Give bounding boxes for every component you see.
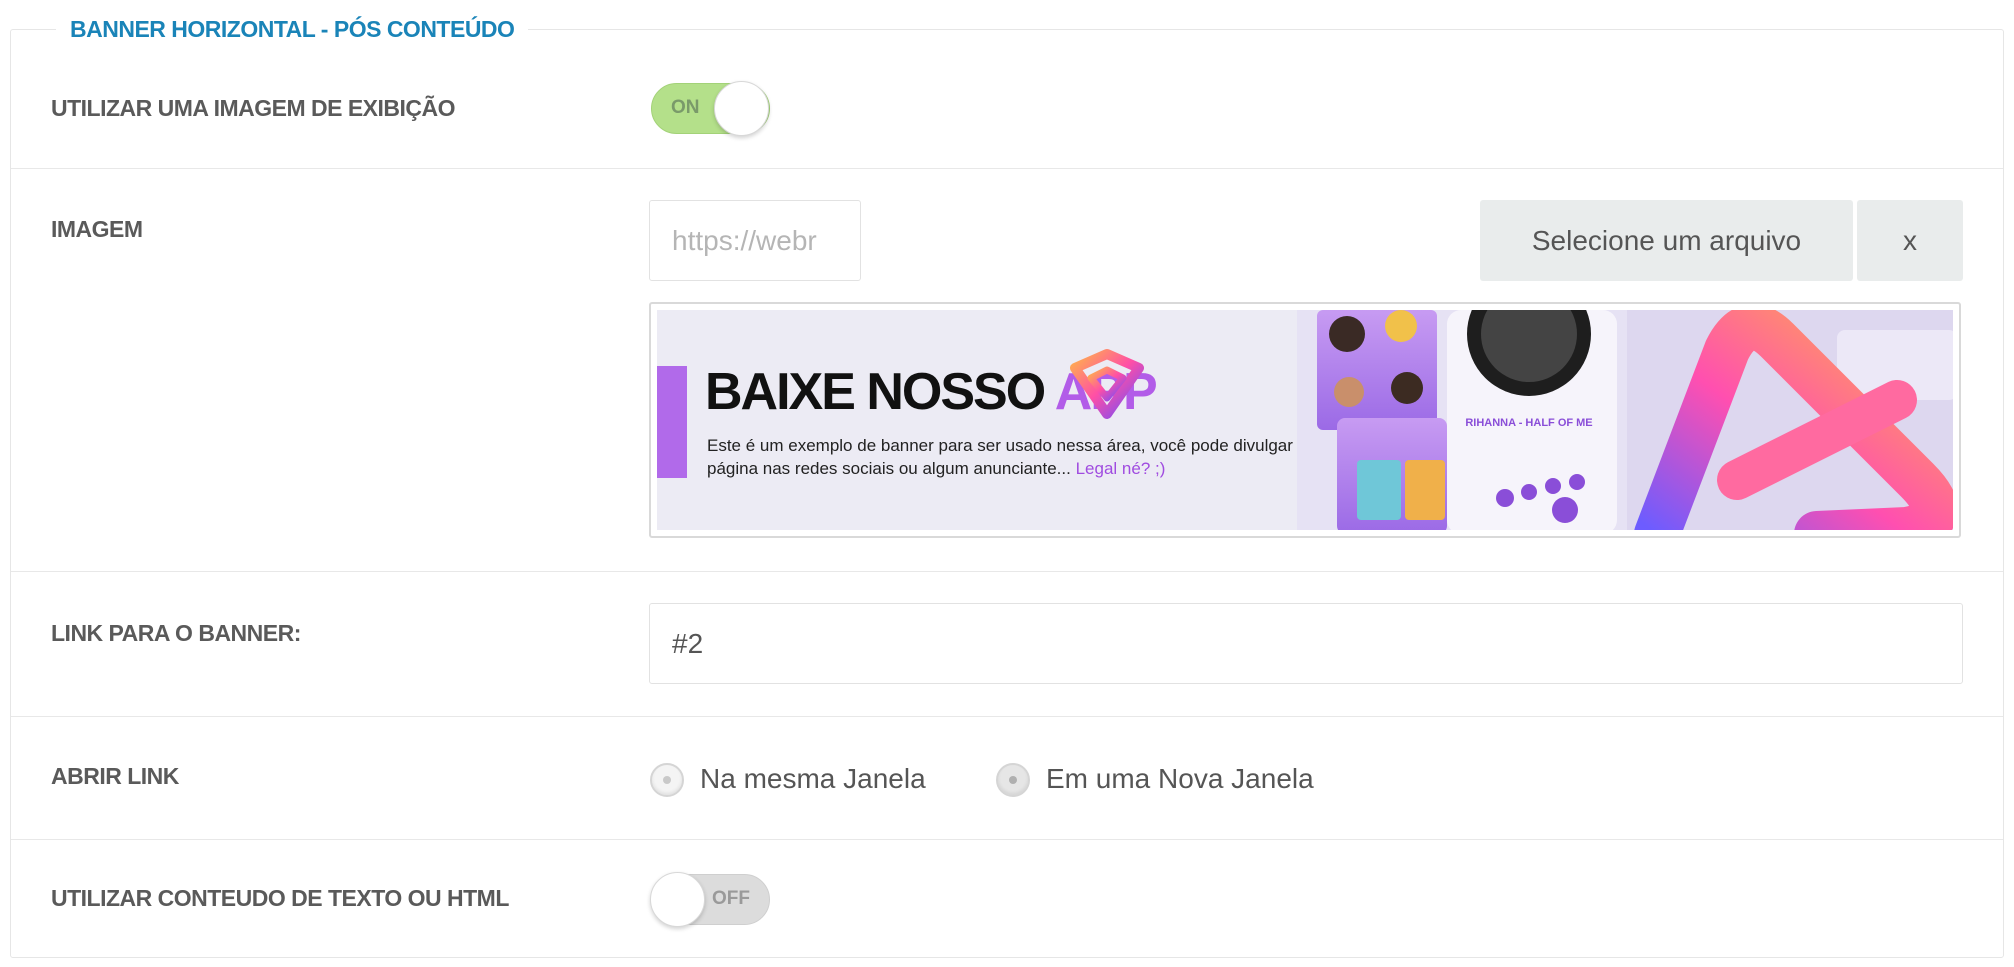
image-label: IMAGEM <box>51 216 143 242</box>
toggle-on-text: ON <box>671 97 700 118</box>
use-html-row: UTILIZAR CONTEUDO DE TEXTO OU HTML OFF <box>11 840 2003 957</box>
clear-image-button[interactable]: x <box>1857 200 1963 281</box>
image-preview: BAIXE NOSSO APP Este é um exemplo de ban… <box>649 302 1961 538</box>
use-image-toggle[interactable]: ON <box>651 81 770 136</box>
use-html-label: UTILIZAR CONTEUDO DE TEXTO OU HTML <box>51 885 509 911</box>
open-link-label: ABRIR LINK <box>51 763 179 789</box>
link-input[interactable]: #2 <box>649 603 1963 684</box>
select-file-button[interactable]: Selecione um arquivo <box>1480 200 1853 281</box>
radio-dot <box>663 776 671 784</box>
toggle-off-text: OFF <box>712 888 750 909</box>
radio-same-window-label[interactable]: Na mesma Janela <box>700 763 926 795</box>
use-image-label: UTILIZAR UMA IMAGEM DE EXIBIÇÃO <box>51 95 456 121</box>
banner-artwork: RIHANNA - HALF OF ME <box>1297 310 1953 530</box>
use-html-toggle[interactable]: OFF <box>650 872 770 927</box>
toggle-knob <box>650 872 705 927</box>
use-image-row: UTILIZAR UMA IMAGEM DE EXIBIÇÃO ON <box>11 30 2003 169</box>
radio-same-window[interactable] <box>650 763 684 797</box>
banner-accent-bar <box>657 366 687 478</box>
link-label: LINK PARA O BANNER: <box>51 620 301 646</box>
app-logo-icon <box>1070 349 1144 419</box>
banner-image: BAIXE NOSSO APP Este é um exemplo de ban… <box>657 310 1953 530</box>
radio-new-window[interactable] <box>996 763 1030 797</box>
radio-dot <box>1009 776 1017 784</box>
image-url-input[interactable]: https://webr <box>649 200 861 281</box>
player-caption: RIHANNA - HALF OF ME <box>1465 417 1592 429</box>
radio-new-window-label[interactable]: Em uma Nova Janela <box>1046 763 1314 795</box>
toggle-knob <box>714 81 769 136</box>
